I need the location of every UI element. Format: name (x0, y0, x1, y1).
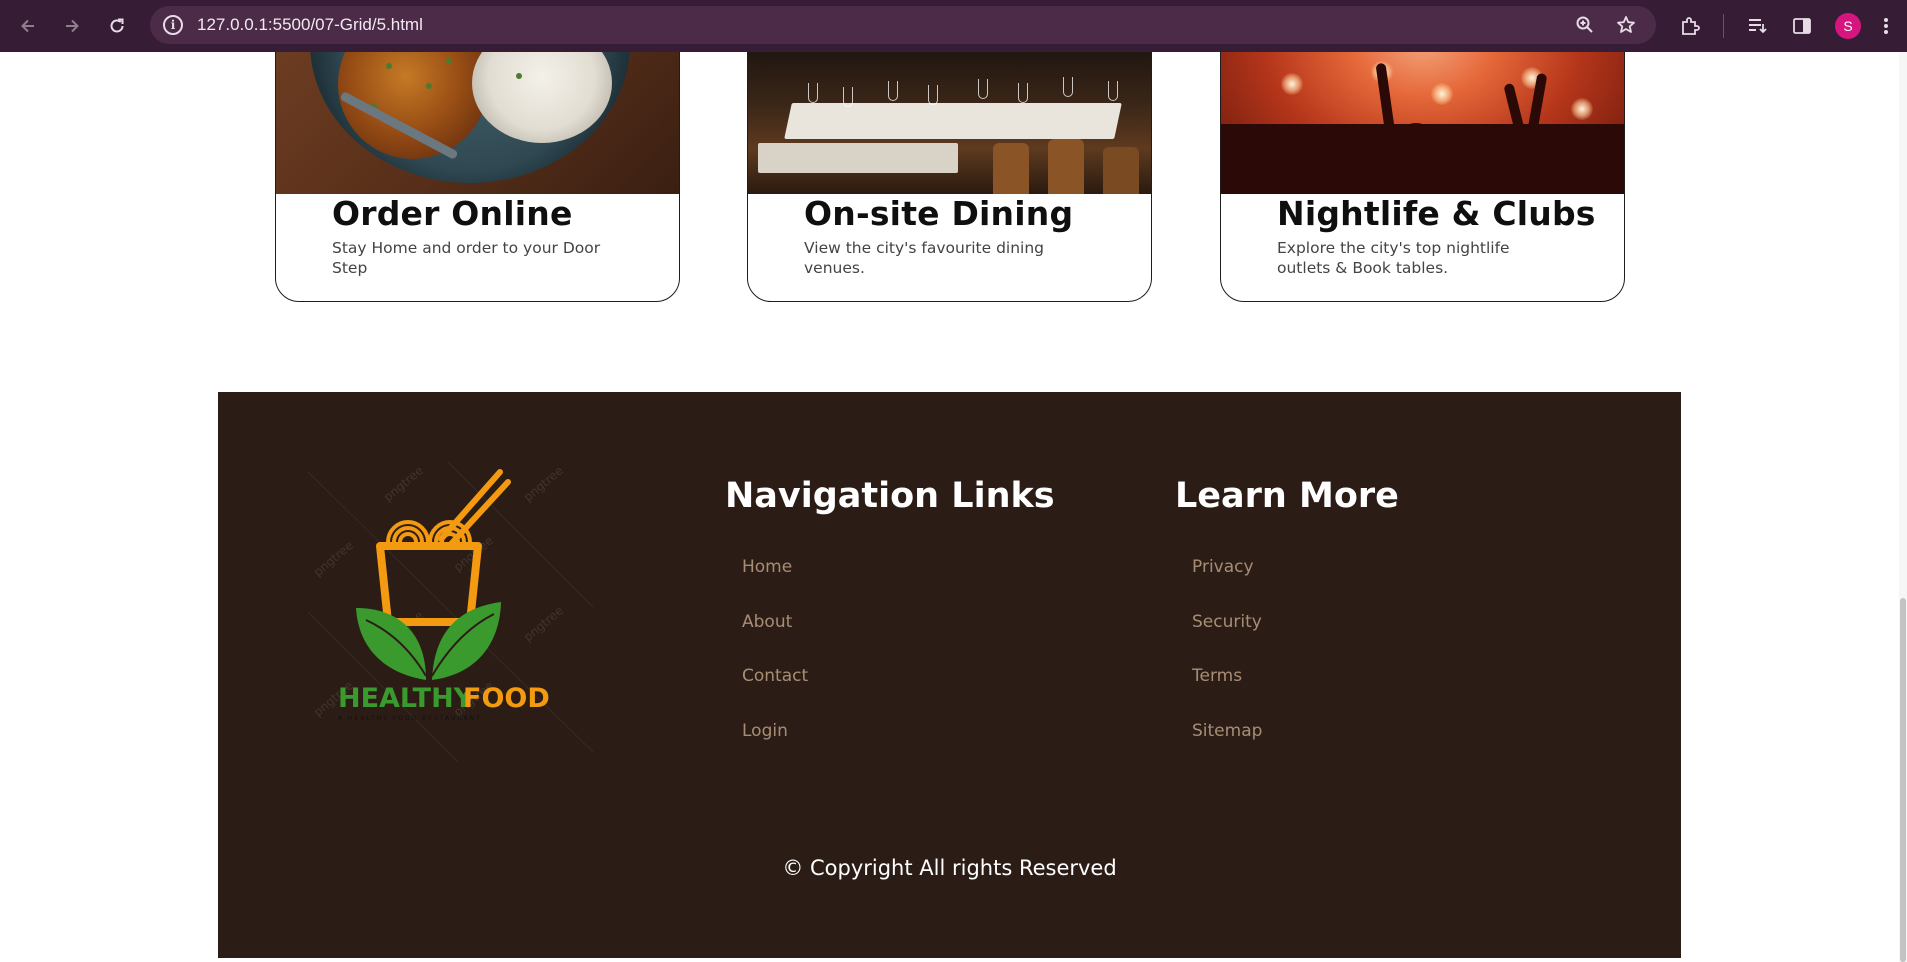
footer-link-login[interactable]: Login (742, 721, 788, 741)
url-text[interactable]: 127.0.0.1:5500/07-Grid/5.html (197, 15, 423, 35)
card-order-online[interactable]: Order Online Stay Home and order to your… (275, 52, 680, 302)
side-panel-icon[interactable] (1789, 13, 1815, 39)
footer-link-about[interactable]: About (742, 612, 792, 632)
dining-photo (748, 52, 1151, 194)
learn-more-heading: Learn More (1175, 476, 1399, 516)
page-scrollbar[interactable] (1899, 52, 1907, 962)
toolbar-separator (1723, 14, 1724, 38)
svg-text:pngtree: pngtree (311, 538, 356, 579)
reload-icon[interactable] (101, 10, 133, 42)
site-info-icon[interactable]: i (163, 15, 183, 35)
extensions-icon[interactable] (1677, 13, 1703, 39)
card-description: Explore the city's top nightlife outlets… (1277, 239, 1510, 277)
site-footer: pngtree pngtree pngtree pngtree pngtree … (218, 392, 1681, 958)
footer-link-terms[interactable]: Terms (1192, 666, 1242, 686)
card-title: Nightlife & Clubs (1277, 194, 1596, 233)
healthy-food-logo[interactable]: pngtree pngtree pngtree pngtree pngtree … (308, 462, 593, 762)
card-onsite-dining[interactable]: On-site Dining View the city's favourite… (747, 52, 1152, 302)
footer-link-home[interactable]: Home (742, 557, 792, 577)
forward-icon[interactable] (56, 10, 88, 42)
zoom-icon[interactable] (1573, 13, 1597, 37)
nav-links-heading: Navigation Links (725, 476, 1055, 516)
card-description: View the city's favourite dining venues. (804, 239, 1045, 277)
logo-text-orange: FOOD (463, 683, 550, 714)
svg-text:pngtree: pngtree (521, 603, 566, 644)
footer-link-privacy[interactable]: Privacy (1192, 557, 1254, 577)
reading-list-icon[interactable] (1744, 13, 1770, 39)
back-icon[interactable] (12, 10, 44, 42)
footer-link-sitemap[interactable]: Sitemap (1192, 721, 1262, 741)
card-title: On-site Dining (804, 194, 1074, 233)
card-title: Order Online (332, 194, 573, 233)
svg-text:pngtree: pngtree (381, 463, 426, 504)
logo-text-green: HEALTHY (338, 683, 474, 714)
footer-link-security[interactable]: Security (1192, 612, 1262, 632)
copyright-text: © Copyright All rights Reserved (782, 856, 1117, 880)
card-description: Stay Home and order to your Door Step (332, 239, 601, 277)
card-nightlife[interactable]: Nightlife & Clubs Explore the city's top… (1220, 52, 1625, 302)
footer-link-contact[interactable]: Contact (742, 666, 808, 686)
logo-tagline: A HEALTHY FOOD RESTAURANT (338, 715, 482, 722)
profile-avatar[interactable]: S (1835, 13, 1861, 39)
browser-toolbar: i 127.0.0.1:5500/07-Grid/5.html S (0, 0, 1907, 52)
nightlife-photo (1221, 52, 1624, 194)
scrollbar-thumb[interactable] (1900, 598, 1906, 962)
menu-icon[interactable] (1873, 13, 1899, 39)
page-viewport: Order Online Stay Home and order to your… (0, 52, 1907, 962)
food-photo (276, 52, 679, 194)
address-bar[interactable]: i 127.0.0.1:5500/07-Grid/5.html (150, 6, 1656, 44)
bookmark-star-icon[interactable] (1614, 13, 1638, 37)
svg-text:pngtree: pngtree (521, 463, 566, 504)
